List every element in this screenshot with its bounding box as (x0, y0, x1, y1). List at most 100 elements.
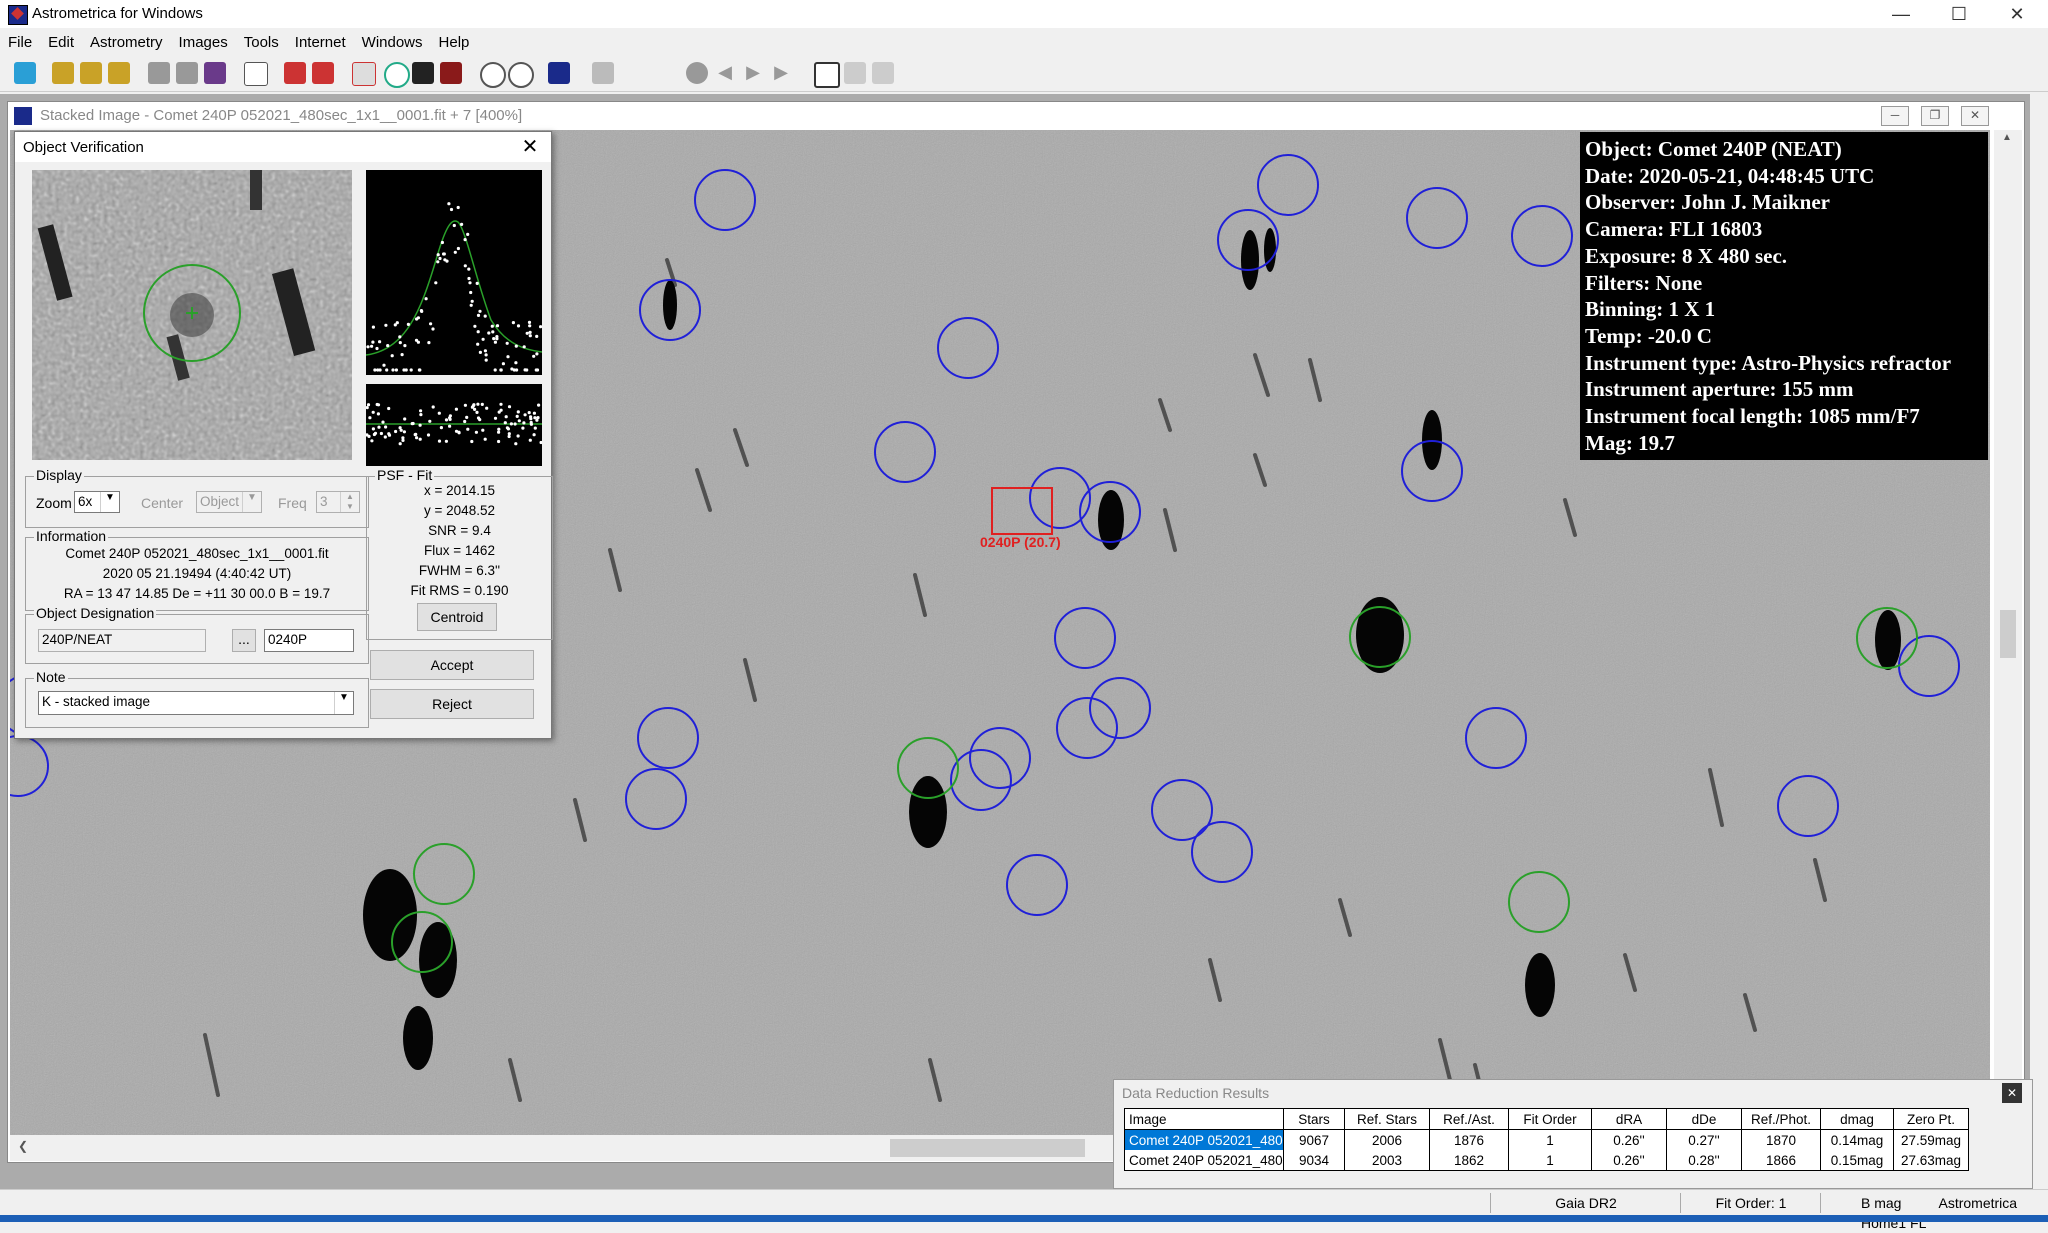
accept-button[interactable]: Accept (370, 650, 534, 680)
chevron-down-icon[interactable]: ▼ (334, 692, 353, 714)
center-select[interactable]: Object ▼ (196, 491, 262, 513)
zoom-select[interactable]: 6x ▼ (74, 491, 120, 513)
residual-point (470, 439, 474, 444)
spinner-arrows-icon[interactable]: ▲▼ (340, 492, 359, 512)
circle-icon[interactable] (384, 62, 410, 88)
residual-point (485, 406, 489, 410)
back-icon[interactable]: ◀ (714, 62, 736, 84)
minimize-button[interactable]: — (1872, 0, 1930, 28)
residual-point (413, 433, 417, 437)
window-icon[interactable] (844, 62, 866, 84)
psf-point (443, 258, 447, 262)
column-header[interactable]: Fit Order (1508, 1108, 1592, 1130)
column-header[interactable]: dRA (1591, 1108, 1667, 1130)
accept-button-label: Accept (430, 657, 474, 673)
settings-icon[interactable] (244, 62, 268, 86)
zoom-out-icon[interactable] (508, 62, 534, 88)
load-images-icon[interactable] (52, 62, 74, 84)
vertical-scrollbar[interactable]: ▲ (1994, 130, 2022, 1135)
mpc-icon[interactable] (440, 62, 462, 84)
image-icon[interactable] (548, 62, 570, 84)
scroll-up-icon[interactable]: ▲ (2002, 132, 2012, 143)
chevron-down-icon[interactable]: ▼ (242, 492, 261, 512)
psf-point (499, 368, 503, 372)
column-header[interactable]: Image (1124, 1108, 1284, 1130)
psf-point (493, 340, 497, 344)
menu-astrometry[interactable]: Astrometry (82, 30, 171, 51)
star-detect-icon[interactable] (284, 62, 306, 84)
results-table: Image Stars Ref. Stars Ref./Ast. Fit Order dR… (1124, 1108, 1969, 1171)
horizontal-scroll-thumb[interactable] (890, 1139, 1085, 1157)
dialog-close-button[interactable]: ✕ (515, 134, 545, 160)
track-icon[interactable] (352, 62, 376, 86)
edit-icon[interactable] (412, 62, 434, 84)
psf-point (535, 334, 539, 338)
column-header[interactable]: dmag (1820, 1108, 1894, 1130)
psf-point (463, 264, 467, 268)
load-dark-icon[interactable] (80, 62, 102, 84)
psf-residual-plot (365, 384, 543, 466)
reject-button[interactable]: Reject (370, 689, 534, 719)
menu-windows[interactable]: Windows (354, 30, 431, 51)
column-header[interactable]: Stars (1283, 1108, 1345, 1130)
menu-edit[interactable]: Edit (40, 30, 82, 51)
psf-point (436, 253, 440, 257)
load-flat-icon[interactable] (108, 62, 130, 84)
status-fit-order: Fit Order: 1 (1680, 1193, 1821, 1213)
psf-point (400, 353, 404, 357)
zoom-in-icon[interactable] (480, 62, 506, 88)
menu-help[interactable]: Help (431, 30, 478, 51)
calibrate-icon[interactable] (148, 62, 170, 84)
vertical-scroll-thumb[interactable] (2000, 610, 2016, 658)
display-group: Display Zoom 6x ▼ Center Object ▼ Freq 3… (25, 467, 369, 528)
close-button[interactable]: ✕ (1988, 0, 2046, 28)
menu-images[interactable]: Images (171, 30, 236, 51)
play-icon[interactable]: ▶ (742, 62, 764, 84)
table-row[interactable]: Comet 240P 052021_480sec_1x1_90672006187… (1124, 1129, 1969, 1150)
record-icon[interactable] (686, 62, 708, 84)
residual-point (448, 416, 452, 420)
psf-point (375, 346, 379, 351)
search-icon[interactable] (814, 62, 840, 88)
stack-icon[interactable] (176, 62, 198, 84)
status-bar: Gaia DR2 Fit Order: 1 B mag Astrometrica… (0, 1189, 2048, 1231)
browse-button[interactable]: ... (232, 629, 256, 652)
column-header[interactable]: Zero Pt. (1893, 1108, 1969, 1130)
menu-tools[interactable]: Tools (236, 30, 287, 51)
freq-spinner[interactable]: 3 ▲ ▼ (316, 491, 360, 513)
connect-icon[interactable] (14, 62, 36, 84)
table-cell: 0.14mag (1820, 1129, 1894, 1150)
psf-point (522, 345, 526, 349)
forward-icon[interactable]: ▶ (770, 62, 792, 84)
designation-code-field[interactable]: 0240P (264, 629, 354, 652)
blink-icon[interactable] (204, 62, 226, 84)
maximize-button[interactable]: ☐ (1930, 0, 1988, 28)
image-close-button[interactable]: ✕ (1961, 106, 1989, 126)
zoom-preview[interactable] (32, 170, 352, 460)
chevron-down-icon[interactable]: ▼ (100, 492, 119, 512)
designation-name-field[interactable]: 240P/NEAT (38, 629, 206, 652)
residual-point (457, 430, 461, 434)
menu-file[interactable]: File (0, 30, 40, 51)
window2-icon[interactable] (872, 62, 894, 84)
residual-point (375, 402, 379, 407)
centroid-button[interactable]: Centroid (417, 603, 497, 631)
scroll-left-icon[interactable]: ❮ (18, 1139, 28, 1153)
remove-icon[interactable] (312, 62, 334, 84)
residual-point (507, 405, 512, 409)
column-header[interactable]: Ref./Ast. (1429, 1108, 1509, 1130)
drr-close-button[interactable]: ✕ (2002, 1083, 2022, 1103)
toolbar: 3 ▲▼ ◀ ▶ ▶ (0, 57, 2048, 144)
psf-point (434, 281, 438, 285)
image-minimize-button[interactable]: ─ (1881, 106, 1909, 126)
menu-internet[interactable]: Internet (287, 30, 354, 51)
column-header[interactable]: Ref./Phot. (1741, 1108, 1821, 1130)
column-header[interactable]: Ref. Stars (1344, 1108, 1430, 1130)
column-header[interactable]: dDe (1666, 1108, 1742, 1130)
psf-point (476, 342, 480, 346)
psf-point (539, 325, 543, 329)
note-select[interactable]: K - stacked image ▼ (38, 691, 354, 715)
table-row[interactable]: Comet 240P 052021_480sec_1x1_90342003186… (1124, 1150, 1969, 1171)
image-restore-button[interactable]: ❐ (1921, 106, 1949, 126)
grid-icon[interactable] (592, 62, 614, 84)
